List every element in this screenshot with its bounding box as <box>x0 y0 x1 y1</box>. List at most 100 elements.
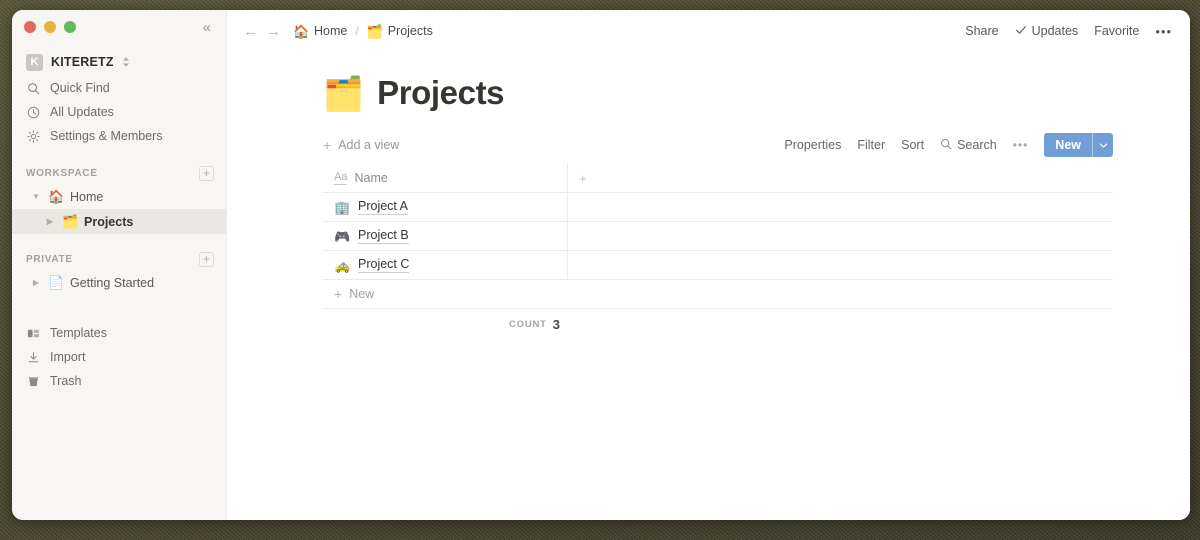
chevron-down-icon[interactable] <box>1092 133 1113 157</box>
trash-icon <box>26 374 41 389</box>
updates-button[interactable]: Updates <box>1015 24 1079 39</box>
add-private-page-button[interactable]: + <box>199 251 214 267</box>
count-value: 3 <box>552 316 560 332</box>
sidebar-section-private-header: PRIVATE + <box>12 248 226 270</box>
sidebar-item-label: Getting Started <box>70 275 155 290</box>
share-label: Share <box>965 24 999 38</box>
sidebar-bottom-group: Templates Import Trash <box>12 321 226 393</box>
count-label: COUNT <box>508 318 547 330</box>
sort-button[interactable]: Sort <box>901 138 924 152</box>
traffic-lights <box>24 21 76 33</box>
new-button[interactable]: New <box>1044 133 1113 157</box>
favorite-button[interactable]: Favorite <box>1094 24 1139 38</box>
sidebar-item-settings-members[interactable]: Settings & Members <box>12 124 226 148</box>
sidebar-item-getting-started[interactable]: ▶ 📄 Getting Started <box>12 270 226 295</box>
row-title[interactable]: Project A <box>358 199 409 215</box>
favorite-label: Favorite <box>1094 24 1140 38</box>
projects-emoji-icon: 🗂️ <box>366 23 383 39</box>
close-window-button[interactable] <box>24 21 36 33</box>
workspace-switcher[interactable]: K KITERETZ <box>12 48 226 76</box>
new-row-label: New <box>349 287 375 301</box>
table-row[interactable]: 🚕 Project C <box>323 250 1113 280</box>
chevron-double-left-icon[interactable]: « <box>199 18 214 37</box>
view-toolbar: + Add a view Properties Filter Sort Sear… <box>323 126 1113 164</box>
new-row-button[interactable]: + New <box>323 280 1113 309</box>
row-title[interactable]: Project C <box>358 257 410 273</box>
properties-button[interactable]: Properties <box>784 138 841 152</box>
database-table: Aa Name + 🏢 Project A 🎮 Project B 🚕 Proj… <box>323 163 1113 339</box>
arrow-right-icon[interactable]: → <box>266 24 281 39</box>
workspace-name: KITERETZ <box>51 55 114 69</box>
sidebar-item-import[interactable]: Import <box>12 345 226 369</box>
more-options-icon[interactable]: ••• <box>1155 24 1172 39</box>
import-icon <box>26 350 41 365</box>
cell-empty[interactable] <box>568 193 1113 222</box>
sidebar-item-label: Templates <box>50 326 107 340</box>
topbar-actions: Share Updates Favorite ••• <box>965 24 1172 39</box>
updates-label: Updates <box>1031 24 1079 38</box>
sidebar: « K KITERETZ Quick Find All Updates Sett… <box>12 10 227 520</box>
add-a-view-label: Add a view <box>338 138 400 152</box>
search-icon <box>26 81 41 96</box>
sidebar-item-trash[interactable]: Trash <box>12 369 226 393</box>
view-more-options-icon[interactable]: ••• <box>1013 138 1029 152</box>
breadcrumb-item-home[interactable]: 🏠 Home <box>293 24 347 38</box>
app-window: « K KITERETZ Quick Find All Updates Sett… <box>12 10 1190 520</box>
add-column-button[interactable]: + <box>568 164 1113 193</box>
page-title: 🗂️ Projects <box>323 74 1190 112</box>
sidebar-item-quick-find[interactable]: Quick Find <box>12 76 226 100</box>
breadcrumb-separator: / <box>355 24 359 38</box>
projects-emoji-icon: 🗂️ <box>62 214 79 229</box>
table-row[interactable]: 🏢 Project A <box>323 192 1113 222</box>
filter-label: Filter <box>857 138 886 152</box>
add-workspace-page-button[interactable]: + <box>199 165 214 181</box>
plus-icon: + <box>323 137 332 153</box>
page-emoji-icon[interactable]: 🗂️ <box>323 77 364 110</box>
cell-name[interactable]: 🚕 Project C <box>323 250 568 280</box>
column-header-name[interactable]: Aa Name <box>323 163 568 193</box>
twisty-open-icon[interactable]: ▼ <box>30 192 42 201</box>
breadcrumb-label: Home <box>314 24 348 38</box>
clock-icon <box>26 105 41 120</box>
sidebar-item-all-updates[interactable]: All Updates <box>12 100 226 124</box>
cell-empty[interactable] <box>568 222 1113 251</box>
twisty-closed-icon[interactable]: ▶ <box>30 278 42 287</box>
row-emoji-icon: 🏢 <box>334 199 351 215</box>
section-label: WORKSPACE <box>26 167 98 179</box>
share-button[interactable]: Share <box>965 24 998 38</box>
table-header-row: Aa Name + <box>323 163 1113 193</box>
chevron-updown-icon <box>122 56 130 68</box>
workspace-badge: K <box>26 53 43 71</box>
row-emoji-icon: 🚕 <box>334 257 351 273</box>
arrow-left-icon[interactable]: ← <box>243 24 258 39</box>
gear-icon <box>26 129 41 144</box>
view-toolbar-controls: Properties Filter Sort Search ••• New <box>784 133 1113 157</box>
minimize-window-button[interactable] <box>44 21 56 33</box>
topbar: ← → 🏠 Home / 🗂️ Projects Share Updates F… <box>227 10 1190 52</box>
breadcrumb-item-projects[interactable]: 🗂️ Projects <box>367 24 433 38</box>
page-title-text[interactable]: Projects <box>377 74 504 112</box>
search-button[interactable]: Search <box>940 138 997 153</box>
text-type-icon: Aa <box>334 170 348 185</box>
search-label: Search <box>957 138 997 152</box>
sidebar-item-label: Settings & Members <box>50 129 163 143</box>
filter-button[interactable]: Filter <box>857 138 885 152</box>
table-footer-count[interactable]: COUNT 3 <box>323 309 568 339</box>
cell-name[interactable]: 🏢 Project A <box>323 192 568 222</box>
home-emoji-icon: 🏠 <box>293 23 310 39</box>
sidebar-item-label: Projects <box>84 214 134 229</box>
table-row[interactable]: 🎮 Project B <box>323 221 1113 251</box>
row-title[interactable]: Project B <box>358 228 409 244</box>
cell-name[interactable]: 🎮 Project B <box>323 221 568 251</box>
sidebar-item-templates[interactable]: Templates <box>12 321 226 345</box>
twisty-closed-icon[interactable]: ▶ <box>44 217 56 226</box>
sidebar-item-home[interactable]: ▼ 🏠 Home <box>12 184 226 209</box>
page-body: 🗂️ Projects + Add a view Properties Filt… <box>227 74 1190 339</box>
main-content: ← → 🏠 Home / 🗂️ Projects Share Updates F… <box>227 10 1190 520</box>
add-a-view-button[interactable]: + Add a view <box>323 138 399 152</box>
zoom-window-button[interactable] <box>64 21 76 33</box>
sidebar-item-projects[interactable]: ▶ 🗂️ Projects <box>12 209 226 234</box>
cell-empty[interactable] <box>568 251 1113 280</box>
row-emoji-icon: 🎮 <box>334 228 351 244</box>
sort-label: Sort <box>901 138 925 152</box>
